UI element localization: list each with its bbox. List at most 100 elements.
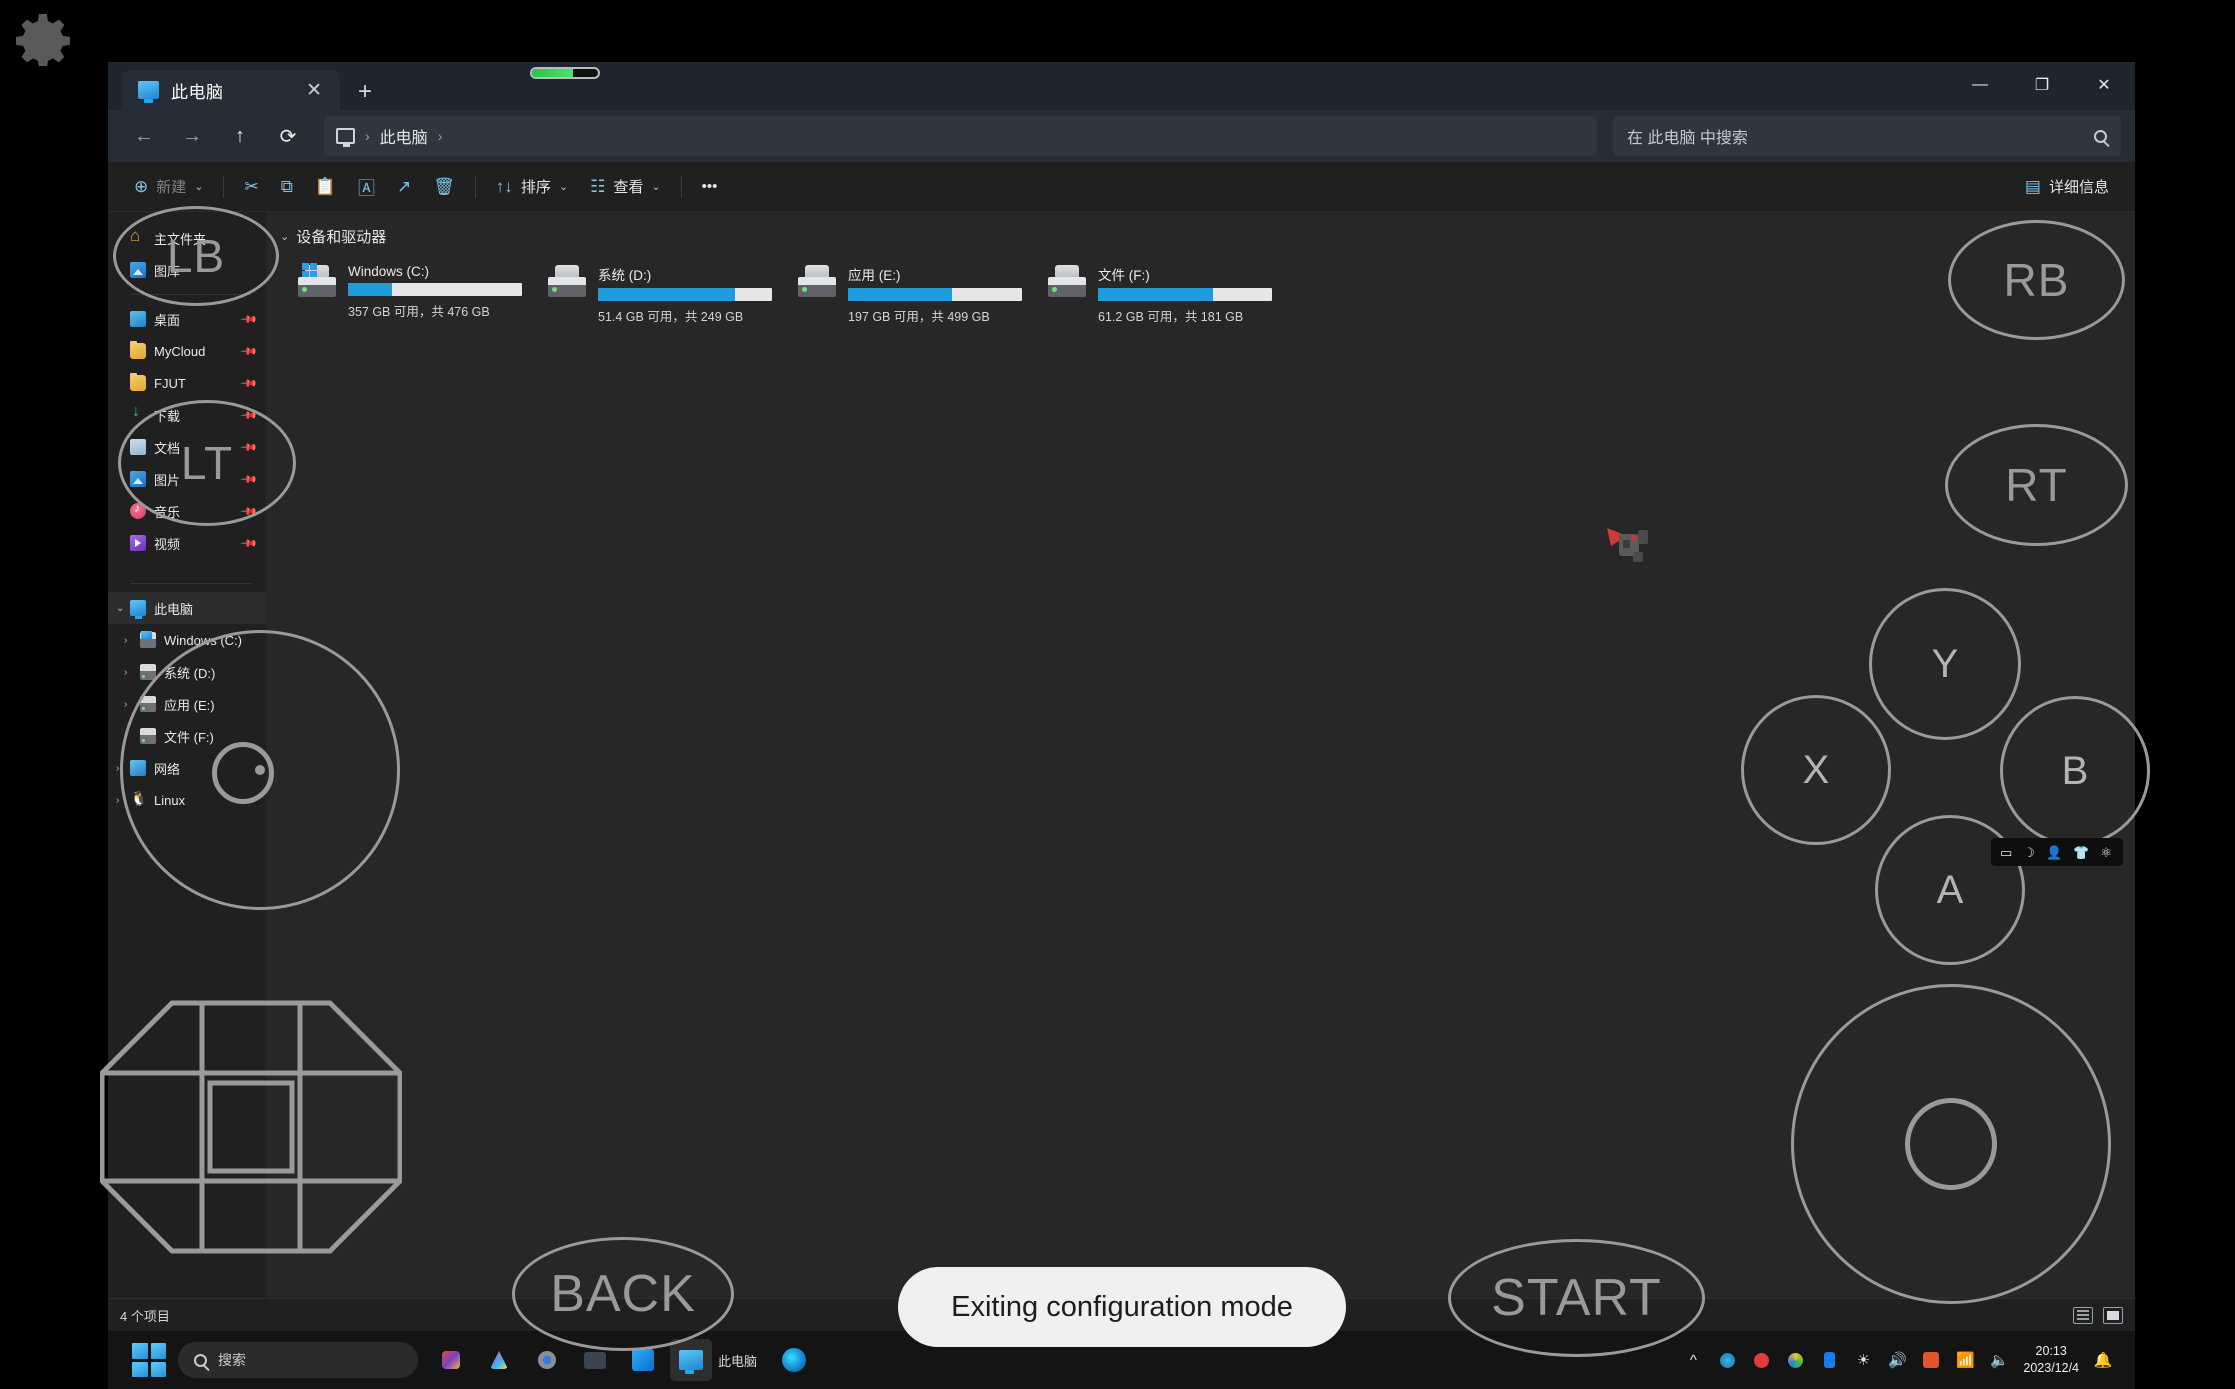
store-icon[interactable] (622, 1339, 664, 1381)
bluetooth-icon[interactable] (1819, 1350, 1839, 1370)
snipaste-icon[interactable] (1921, 1350, 1941, 1370)
adobe-icon[interactable] (478, 1339, 520, 1381)
share-button[interactable]: ↗ (387, 169, 421, 205)
breadcrumb[interactable]: › 此电脑 › (324, 116, 1597, 156)
sort-button[interactable]: ↑↓ 排序 ⌄ (486, 169, 578, 205)
sidebar-item-label: 音乐 (154, 504, 181, 520)
forward-icon[interactable]: → (170, 117, 214, 155)
bell-icon[interactable]: 🔔 (2093, 1350, 2113, 1370)
sidebar-item-music[interactable]: 音乐 📌 (108, 495, 266, 527)
sidebar-item-network[interactable]: › 网络 (108, 752, 266, 784)
pin-icon[interactable]: 📌 (240, 374, 259, 392)
maximize-button[interactable]: ❐ (2011, 62, 2073, 108)
sidebar-item-windows-c[interactable]: › Windows (C:) (108, 624, 266, 656)
content-pane: ⌄ 设备和驱动器 Windows (C:) 357 GB 可用，共 476 GB… (266, 212, 2135, 1298)
sidebar-item-gallery[interactable]: 图库 (108, 254, 266, 286)
list-view-icon[interactable] (2073, 1307, 2093, 1324)
pin-icon[interactable]: 📌 (240, 502, 259, 520)
drive-item-apps-e[interactable]: 应用 (E:) 197 GB 可用，共 499 GB (780, 259, 1030, 325)
chevron-down-icon[interactable]: ⌄ (116, 603, 124, 614)
office-icon[interactable] (430, 1339, 472, 1381)
settings-gear-icon[interactable] (14, 8, 72, 68)
sidebar-item-mycloud[interactable]: MyCloud 📌 (108, 335, 266, 367)
pin-icon[interactable]: 📌 (240, 310, 259, 328)
chevron-right-icon[interactable]: › (116, 795, 119, 806)
speaker-icon[interactable]: 🔈 (1989, 1350, 2009, 1370)
sidebar-item-this-pc[interactable]: ⌄ 此电脑 (108, 592, 266, 624)
sidebar-item-linux[interactable]: › Linux (108, 784, 266, 816)
sidebar-item-desktop[interactable]: 桌面 📌 (108, 303, 266, 335)
shirt-icon[interactable]: 👕 (2073, 846, 2089, 859)
sidebar-item-apps-e[interactable]: › 应用 (E:) (108, 688, 266, 720)
sync-icon[interactable] (1717, 1350, 1737, 1370)
taskbar-search-input[interactable]: 搜索 (178, 1342, 418, 1378)
floating-mini-toolbar[interactable]: ▭ ☽ 👤 👕 ⚛ (1991, 838, 2123, 866)
plus-circle-icon: ⊕ (134, 176, 149, 196)
view-button[interactable]: ☷ 查看 ⌄ (580, 169, 670, 205)
sidebar-item-pictures[interactable]: 图片 📌 (108, 463, 266, 495)
sidebar-item-videos[interactable]: 视频 📌 (108, 527, 266, 559)
chevron-right-icon[interactable]: › (116, 763, 119, 774)
more-options-button[interactable]: ••• (692, 169, 728, 205)
new-tab-button[interactable]: + (340, 76, 390, 110)
atom-icon[interactable]: ⚛ (2100, 846, 2112, 859)
close-tab-icon[interactable]: ✕ (302, 79, 326, 102)
group-header-devices-and-drives[interactable]: ⌄ 设备和驱动器 (280, 226, 2135, 247)
sidebar-item-files-f[interactable]: › 文件 (F:) (108, 720, 266, 752)
sidebar-item-documents[interactable]: 文档 📌 (108, 431, 266, 463)
refresh-icon[interactable]: ⟳ (266, 117, 310, 155)
breadcrumb-path[interactable]: 此电脑 (380, 124, 428, 148)
chevron-down-icon: ⌄ (558, 181, 569, 193)
monitor-health-icon[interactable] (1751, 1350, 1771, 1370)
chevron-down-icon[interactable]: ⌄ (280, 230, 289, 243)
rename-button[interactable]: 🄰 (348, 169, 385, 205)
command-bar-right: ▤ 详细信息 (2015, 169, 2119, 205)
moon-icon[interactable]: ☽ (2023, 846, 2035, 859)
pin-icon[interactable]: 📌 (240, 342, 259, 360)
volume-icon[interactable]: 🔊 (1887, 1350, 1907, 1370)
file-explorer-icon[interactable] (670, 1339, 712, 1381)
wifi-icon[interactable]: 📶 (1955, 1350, 1975, 1370)
search-input[interactable]: 在 此电脑 中搜索 (1613, 116, 2121, 156)
brightness-icon[interactable]: ☀ (1853, 1350, 1873, 1370)
window-icon[interactable]: ▭ (2000, 846, 2012, 859)
close-window-button[interactable]: ✕ (2073, 62, 2135, 108)
sidebar-item-system-d[interactable]: › 系统 (D:) (108, 656, 266, 688)
chevron-right-icon[interactable]: › (124, 731, 127, 742)
divider (130, 294, 252, 295)
tray-overflow-icon[interactable]: ^ (1683, 1350, 1703, 1370)
drive-guard-icon[interactable] (1785, 1350, 1805, 1370)
drive-item-windows-c[interactable]: Windows (C:) 357 GB 可用，共 476 GB (280, 259, 530, 325)
chevron-right-icon[interactable]: › (124, 667, 127, 678)
person-icon[interactable]: 👤 (2046, 846, 2062, 859)
pin-icon[interactable]: 📌 (240, 406, 259, 424)
paste-button[interactable]: 📋 (305, 169, 346, 205)
chevron-right-icon[interactable]: › (124, 699, 127, 710)
chevron-right-icon[interactable]: › (124, 635, 127, 646)
back-icon[interactable]: ← (122, 117, 166, 155)
pin-icon[interactable]: 📌 (240, 534, 259, 552)
taskbar-clock[interactable]: 20:13 2023/12/4 (2023, 1343, 2079, 1377)
sidebar-item-home[interactable]: 主文件夹 (108, 222, 266, 254)
pin-icon[interactable]: 📌 (240, 438, 259, 456)
minimize-button[interactable]: — (1949, 62, 2011, 108)
copy-button[interactable]: ⧉ (271, 169, 303, 205)
drive-item-system-d[interactable]: 系统 (D:) 51.4 GB 可用，共 249 GB (530, 259, 780, 325)
terminal-icon[interactable] (574, 1339, 616, 1381)
edge-dev-icon[interactable] (773, 1339, 815, 1381)
up-icon[interactable]: ↑ (218, 117, 262, 155)
tile-view-icon[interactable] (2103, 1307, 2123, 1324)
sidebar-item-fjut[interactable]: FJUT 📌 (108, 367, 266, 399)
tab-this-pc[interactable]: 此电脑 ✕ (122, 70, 340, 110)
new-button[interactable]: ⊕ 新建 ⌄ (124, 169, 213, 205)
trash-icon: 🗑 (433, 176, 455, 196)
settings-gear-icon[interactable] (526, 1339, 568, 1381)
details-pane-button[interactable]: ▤ 详细信息 (2015, 169, 2119, 205)
sidebar-item-downloads[interactable]: 下载 📌 (108, 399, 266, 431)
windows-start-icon[interactable] (132, 1343, 166, 1377)
pin-icon[interactable]: 📌 (240, 470, 259, 488)
delete-button[interactable]: 🗑 (423, 169, 465, 205)
cut-button[interactable]: ✂ (234, 169, 268, 205)
drive-item-files-f[interactable]: 文件 (F:) 61.2 GB 可用，共 181 GB (1030, 259, 1280, 325)
